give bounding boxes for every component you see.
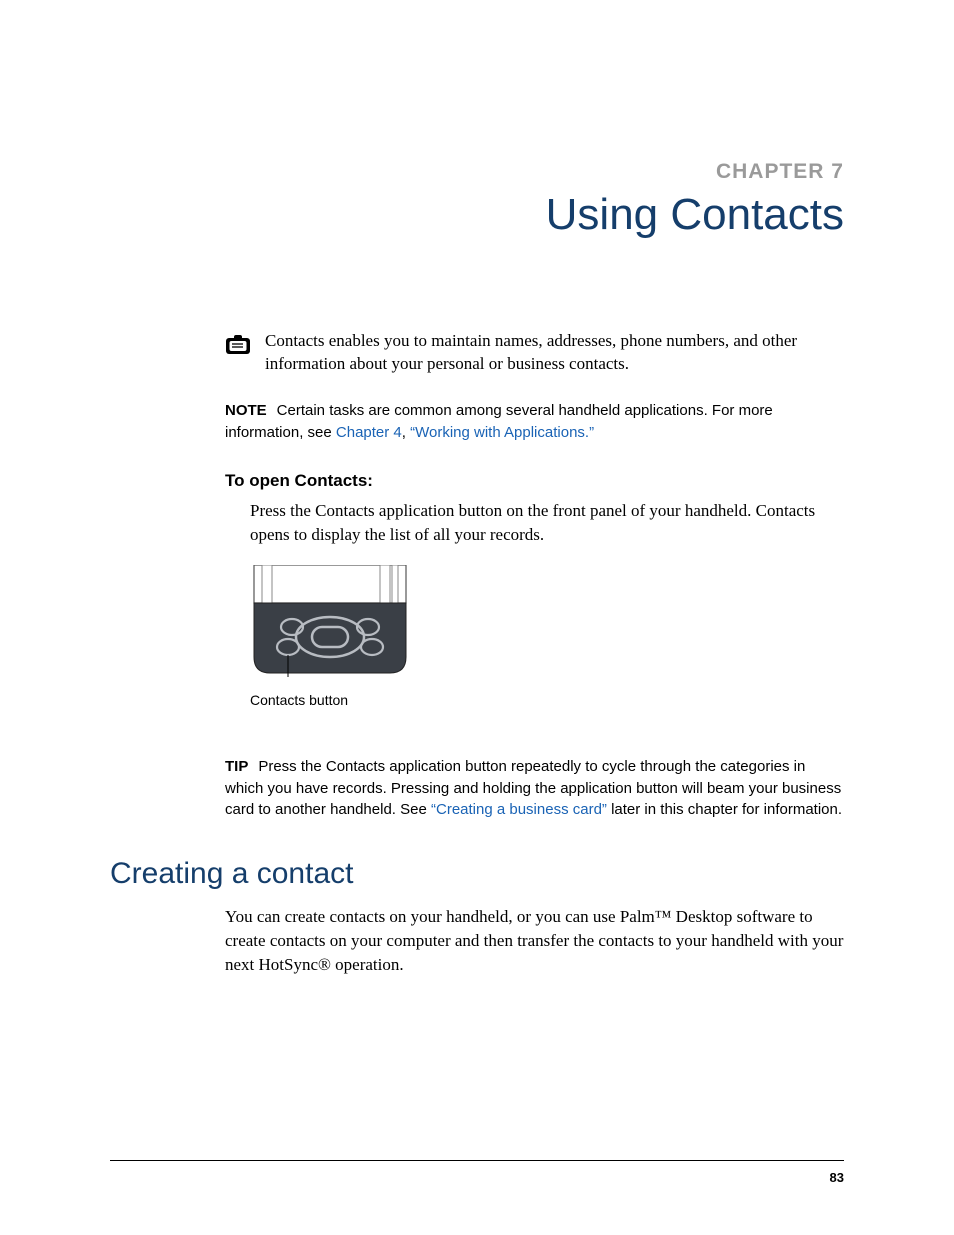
chapter-label: CHAPTER 7 xyxy=(110,160,844,184)
page-number: 83 xyxy=(830,1170,844,1185)
footer-rule xyxy=(110,1160,844,1161)
note-block: NOTECertain tasks are common among sever… xyxy=(225,400,844,444)
lead-text: Contacts enables you to maintain names, … xyxy=(265,330,844,376)
chapter-4-link[interactable]: Chapter 4 xyxy=(336,424,402,441)
tip-block: TIPPress the Contacts application button… xyxy=(225,756,844,821)
note-label: NOTE xyxy=(225,402,267,419)
figure-caption: Contacts button xyxy=(250,692,844,708)
tip-label: TIP xyxy=(225,758,248,775)
document-page: CHAPTER 7 Using Contacts Contacts enable… xyxy=(0,0,954,1235)
open-contacts-subhead: To open Contacts: xyxy=(225,471,844,491)
working-with-applications-link[interactable]: “Working with Applications.” xyxy=(410,424,594,441)
device-figure xyxy=(250,565,844,682)
section-body: You can create contacts on your handheld… xyxy=(225,905,844,976)
section-heading: Creating a contact xyxy=(110,857,844,891)
note-sep: , xyxy=(402,424,410,441)
step-text: Press the Contacts application button on… xyxy=(250,499,844,547)
creating-business-card-link[interactable]: “Creating a business card” xyxy=(431,801,607,818)
lead-block: Contacts enables you to maintain names, … xyxy=(110,330,844,376)
contacts-icon xyxy=(225,334,251,356)
tip-text-after: later in this chapter for information. xyxy=(607,801,842,818)
page-title: Using Contacts xyxy=(110,190,844,240)
